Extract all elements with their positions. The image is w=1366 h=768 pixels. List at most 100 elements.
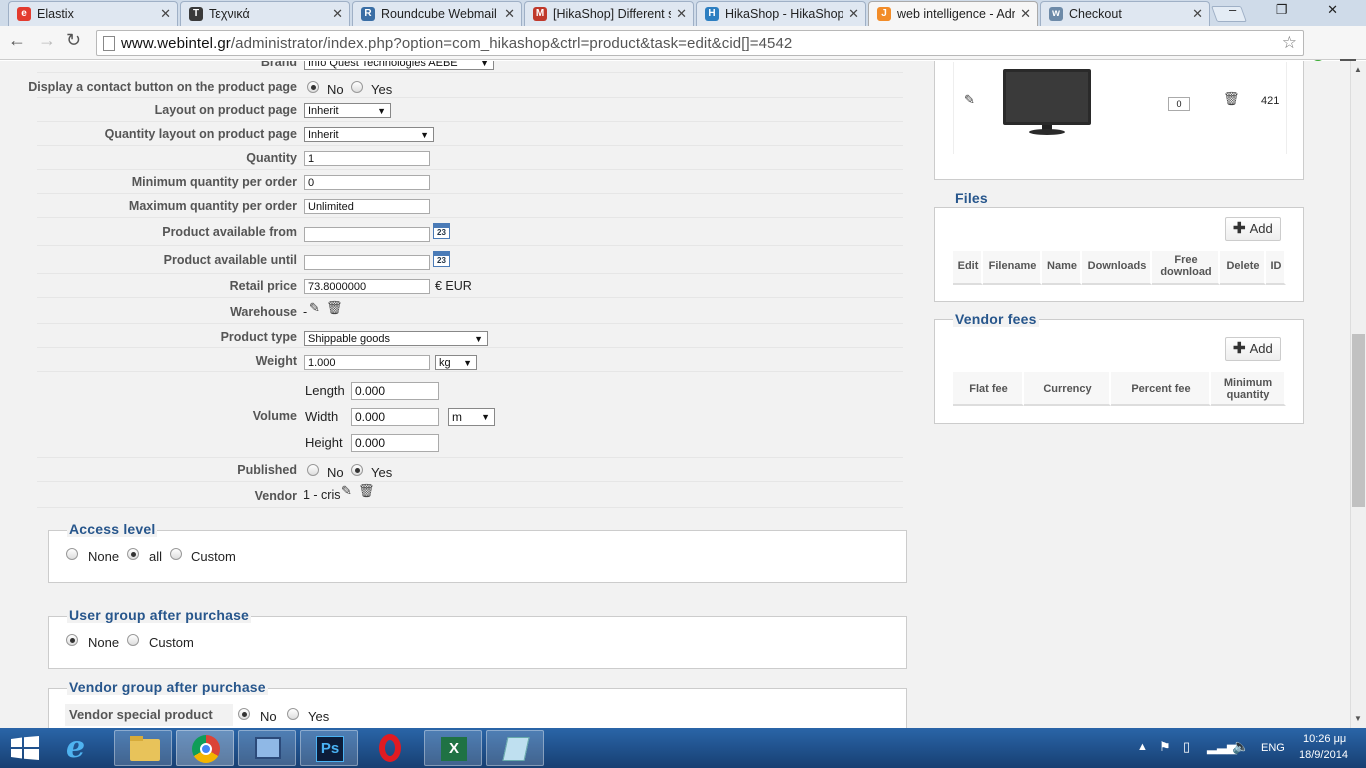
scroll-up-arrow-icon[interactable]: ▲ [1354, 65, 1362, 74]
access-none-radio[interactable] [66, 548, 78, 560]
vendor-special-no-radio[interactable] [238, 708, 250, 720]
contact-yes-label: Yes [371, 82, 393, 97]
edit-pencil-icon[interactable]: ✎ [964, 92, 975, 108]
gmail-favicon-icon: M [533, 7, 547, 21]
windows-start-icon[interactable] [11, 736, 39, 760]
max-quantity-input[interactable]: Unlimited [304, 199, 430, 214]
width-input[interactable]: 0.000 [351, 408, 439, 426]
quantity-layout-select[interactable]: Inherit ▼ [304, 127, 434, 142]
reload-icon[interactable]: ↻ [66, 30, 81, 51]
tab-elastix[interactable]: e Elastix ✕ [8, 1, 178, 26]
dropdown-arrow-icon: ▼ [463, 358, 472, 368]
tab-technika[interactable]: T Τεχνικά ✕ [180, 1, 350, 26]
access-all-radio[interactable] [127, 548, 139, 560]
published-yes-radio[interactable] [351, 464, 363, 476]
tab-roundcube[interactable]: R Roundcube Webmail : ✕ [352, 1, 522, 26]
dropdown-arrow-icon: ▼ [420, 130, 429, 140]
opera-icon[interactable] [362, 730, 420, 766]
user-group-custom-label: Custom [149, 635, 194, 650]
trash-icon[interactable]: 🗑 [358, 483, 375, 499]
vendor-fees-add-button[interactable]: ✚ Add [1225, 337, 1281, 361]
photoshop-icon[interactable]: Ps [300, 730, 358, 766]
close-tab-icon[interactable]: ✕ [160, 6, 171, 22]
tab-web-intelligence[interactable]: J web intelligence - Adr ✕ [868, 1, 1038, 27]
trash-icon[interactable]: 🗑 [1223, 91, 1240, 107]
layout-select[interactable]: Inherit ▼ [304, 103, 391, 118]
height-input[interactable]: 0.000 [351, 434, 439, 452]
tab-checkout[interactable]: w Checkout ✕ [1040, 1, 1210, 26]
back-arrow-icon[interactable]: ← [8, 30, 26, 51]
close-tab-icon[interactable]: ✕ [332, 6, 343, 22]
images-panel: ✎ 0 🗑 421 [934, 61, 1304, 180]
available-until-row: Product available until 23 [37, 246, 903, 274]
edit-pencil-icon[interactable]: ✎ [341, 483, 352, 499]
dropdown-arrow-icon: ▼ [474, 334, 483, 344]
input-language[interactable]: ENG [1261, 742, 1285, 754]
currency-label: € EUR [435, 279, 472, 293]
warehouse-label: Warehouse [230, 305, 297, 319]
image-ordering-input[interactable]: 0 [1168, 97, 1190, 111]
bookmark-star-icon[interactable]: ☆ [1282, 33, 1297, 53]
calendar-icon[interactable]: 23 [433, 223, 450, 239]
edit-pencil-icon[interactable]: ✎ [309, 300, 320, 316]
brand-select[interactable]: Info Quest Technologies AEBE ▼ [304, 61, 494, 70]
close-tab-icon[interactable]: ✕ [504, 6, 515, 22]
retail-price-input[interactable]: 73.8000000 [304, 279, 430, 294]
files-col-free-download: Free download [1160, 254, 1212, 278]
forward-arrow-icon[interactable]: → [38, 30, 56, 51]
access-custom-radio[interactable] [170, 548, 182, 560]
vendor-special-yes-radio[interactable] [287, 708, 299, 720]
files-col-edit: Edit [957, 260, 979, 272]
files-add-button[interactable]: ✚ Add [1225, 217, 1281, 241]
clock-time[interactable]: 10:26 μμ [1303, 733, 1346, 745]
contact-yes-radio[interactable] [351, 81, 363, 93]
length-input[interactable]: 0.000 [351, 382, 439, 400]
address-bar[interactable]: www.webintel.gr/administrator/index.php?… [96, 30, 1304, 56]
user-group-none-radio[interactable] [66, 634, 78, 646]
fees-col-minimum-quantity: Minimum quantity [1223, 377, 1273, 401]
action-center-flag-icon[interactable]: ⚑ [1159, 739, 1171, 755]
calendar-icon[interactable]: 23 [433, 251, 450, 267]
close-tab-icon[interactable]: ✕ [676, 6, 687, 22]
tab-gmail-hikashop[interactable]: M [HikaShop] Different s ✕ [524, 1, 694, 26]
published-no-radio[interactable] [307, 464, 319, 476]
file-explorer-icon[interactable] [114, 730, 172, 766]
network-app-icon[interactable] [238, 730, 296, 766]
quantity-input[interactable]: 1 [304, 151, 430, 166]
product-type-select[interactable]: Shippable goods ▼ [304, 331, 488, 346]
vendor-value: 1 - cris [303, 488, 341, 502]
close-tab-icon[interactable]: ✕ [1192, 6, 1203, 22]
volume-label: Volume [252, 409, 297, 423]
window-controls[interactable]: – ❐ ✕ [1229, 2, 1356, 18]
clock-date[interactable]: 18/9/2014 [1299, 749, 1348, 761]
internet-explorer-icon[interactable]: e [52, 730, 110, 766]
device-icon[interactable]: ▯ [1183, 739, 1190, 755]
files-col-delete: Delete [1226, 260, 1260, 272]
volume-speaker-icon[interactable]: 🔈 [1232, 738, 1249, 755]
max-quantity-label: Maximum quantity per order [128, 199, 297, 213]
tab-hikashop[interactable]: H HikaShop - HikaShop ✕ [696, 1, 866, 26]
scrollbar-thumb[interactable] [1352, 334, 1365, 507]
published-row: Published No Yes [37, 458, 903, 482]
volume-unit-select[interactable]: m ▼ [448, 408, 495, 426]
show-hidden-icons-icon[interactable]: ▲ [1137, 741, 1148, 753]
contact-no-radio[interactable] [307, 81, 319, 93]
files-col-id: ID [1270, 260, 1282, 272]
available-until-input[interactable] [304, 255, 430, 270]
scroll-down-arrow-icon[interactable]: ▼ [1354, 714, 1362, 723]
dropdown-arrow-icon: ▼ [377, 106, 386, 116]
notes-app-icon[interactable] [486, 730, 544, 766]
weight-unit-select[interactable]: kg ▼ [435, 355, 477, 370]
available-from-input[interactable] [304, 227, 430, 242]
trash-icon[interactable]: 🗑 [326, 300, 343, 316]
user-group-custom-radio[interactable] [127, 634, 139, 646]
min-quantity-input[interactable]: 0 [304, 175, 430, 190]
fees-col-percent-fee: Percent fee [1131, 383, 1191, 395]
close-tab-icon[interactable]: ✕ [848, 6, 859, 22]
image-id: 421 [1261, 95, 1280, 107]
weight-input[interactable]: 1.000 [304, 355, 430, 370]
page-scrollbar[interactable]: ▲ ▼ [1350, 61, 1366, 728]
chrome-icon[interactable] [176, 730, 234, 766]
close-tab-icon[interactable]: ✕ [1020, 6, 1031, 22]
excel-icon[interactable]: X [424, 730, 482, 766]
